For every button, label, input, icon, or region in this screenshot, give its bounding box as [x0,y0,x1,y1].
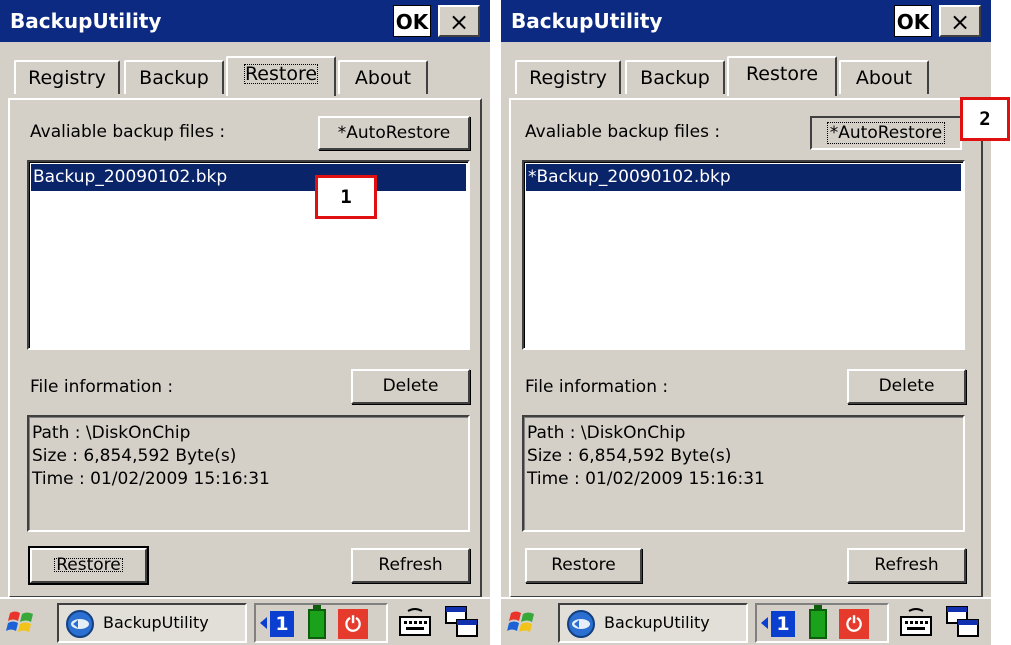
taskbar-app-button[interactable]: BackupUtility [57,603,247,643]
tray-left-arrow-icon[interactable] [260,617,267,629]
tab-registry[interactable]: Registry [14,60,120,94]
system-tray: 1 ⏻ [755,603,889,643]
available-files-label: Avaliable backup files : [30,122,226,142]
delete-button[interactable]: Delete [351,369,470,404]
info-path: Path : \DiskOnChip [527,423,686,443]
restore-button-label: Restore [50,554,127,576]
taskbar-app-label: BackupUtility [604,613,710,632]
info-path: Path : \DiskOnChip [32,423,191,443]
available-files-label: Avaliable backup files : [525,122,721,142]
taskbar-app-button[interactable]: BackupUtility [558,603,748,643]
taskbar: BackupUtility 1 ⏻ [501,597,991,645]
taskbar: BackupUtility 1 ⏻ [0,597,490,645]
file-info-label: File information : [30,377,174,397]
tray-number-icon[interactable]: 1 [771,611,795,637]
tab-restore[interactable]: Restore [226,56,336,96]
info-time: Time : 01/02/2009 15:16:31 [527,469,765,489]
taskbar-app-label: BackupUtility [103,613,209,632]
autorestore-button-label: *AutoRestore [826,122,946,144]
window-switch-icon[interactable] [444,605,480,639]
title-bar: BackupUtility OK × [501,0,991,42]
tab-restore-label: Restore [241,61,321,87]
tab-about[interactable]: About [839,60,929,94]
info-size: Size : 6,854,592 Byte(s) [32,446,237,466]
ok-button[interactable]: OK [393,5,431,37]
window-title: BackupUtility [10,9,162,33]
refresh-button[interactable]: Refresh [351,548,470,583]
battery-icon[interactable] [308,605,326,639]
backup-app-icon [567,610,595,638]
battery-icon[interactable] [809,605,827,639]
refresh-button[interactable]: Refresh [847,548,966,583]
windows-start-icon[interactable] [6,607,36,637]
close-button[interactable]: × [939,5,981,37]
close-button[interactable]: × [438,5,480,37]
tab-backup[interactable]: Backup [124,60,224,94]
tab-registry[interactable]: Registry [515,60,621,94]
file-info-box: Path : \DiskOnChip Size : 6,854,592 Byte… [522,415,965,532]
info-size: Size : 6,854,592 Byte(s) [527,446,732,466]
title-bar: BackupUtility OK × [0,0,490,42]
list-item[interactable]: *Backup_20090102.bkp [526,164,961,191]
tab-restore[interactable]: Restore [727,56,837,96]
power-icon[interactable]: ⏻ [839,609,869,639]
callout-1: 1 [315,175,377,219]
file-info-label: File information : [525,377,669,397]
autorestore-button[interactable]: *AutoRestore [810,116,962,150]
tray-number-icon[interactable]: 1 [270,611,294,637]
tray-left-arrow-icon[interactable] [761,617,768,629]
keyboard-icon[interactable] [899,607,933,637]
screen-after: BackupUtility OK × Registry Backup Resto… [501,0,991,645]
restore-button[interactable]: Restore [525,548,642,583]
callout-2: 2 [960,97,1010,141]
restore-button[interactable]: Restore [28,546,149,585]
tab-backup[interactable]: Backup [625,60,725,94]
backup-app-icon [66,610,94,638]
window-title: BackupUtility [511,9,663,33]
keyboard-icon[interactable] [398,607,432,637]
power-icon[interactable]: ⏻ [338,609,368,639]
screen-before: BackupUtility OK × Registry Backup Resto… [0,0,490,645]
list-item[interactable]: Backup_20090102.bkp [31,164,466,191]
autorestore-button[interactable]: *AutoRestore [318,116,470,150]
system-tray: 1 ⏻ [254,603,388,643]
ok-button[interactable]: OK [894,5,932,37]
backup-file-list[interactable]: *Backup_20090102.bkp [522,160,965,350]
backup-file-list[interactable]: Backup_20090102.bkp [27,160,470,350]
windows-start-icon[interactable] [507,607,537,637]
info-time: Time : 01/02/2009 15:16:31 [32,469,270,489]
delete-button[interactable]: Delete [847,369,966,404]
window-switch-icon[interactable] [945,605,981,639]
file-info-box: Path : \DiskOnChip Size : 6,854,592 Byte… [27,415,470,532]
tab-about[interactable]: About [338,60,428,94]
